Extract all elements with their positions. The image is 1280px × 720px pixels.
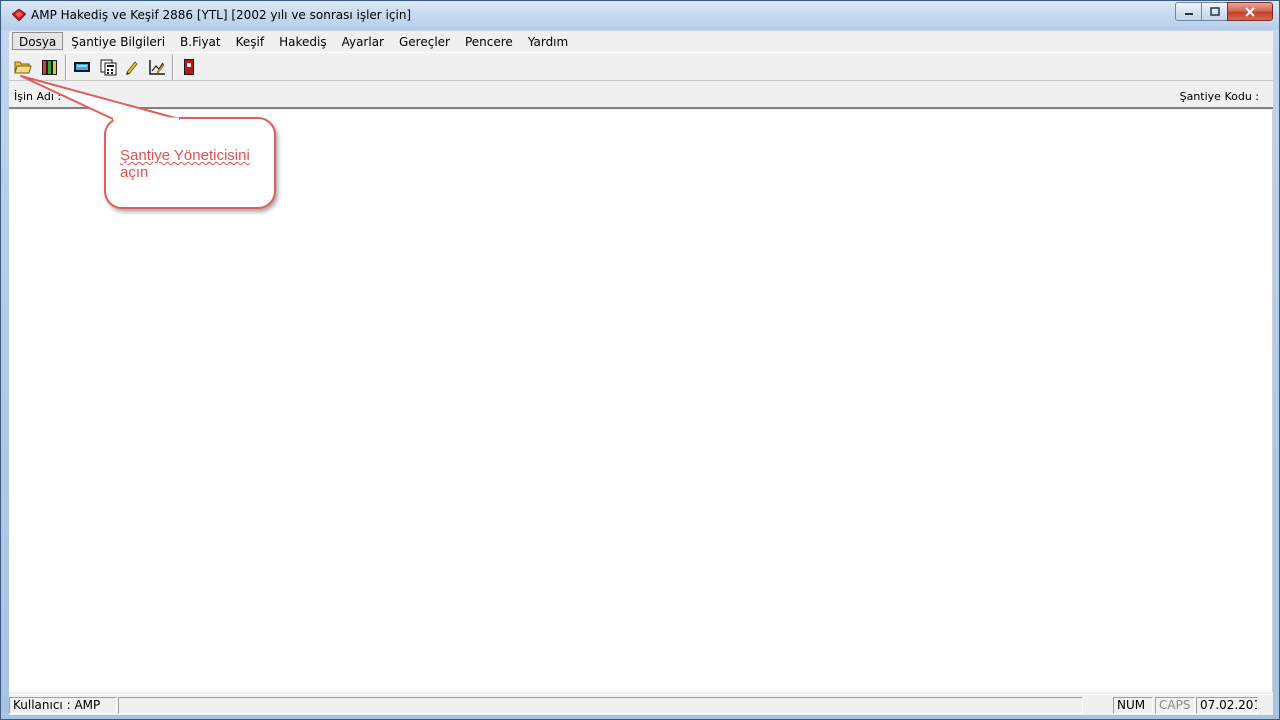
close-button[interactable] (1227, 2, 1273, 21)
menu-kesif[interactable]: Keşif (229, 32, 271, 50)
edit-button[interactable] (120, 56, 143, 78)
menu-gerecler[interactable]: Gereçler (392, 32, 457, 50)
title-bar[interactable]: AMP Hakediş ve Keşif 2886 [YTL] [2002 yı… (1, 1, 1279, 30)
minimize-icon (1184, 12, 1193, 15)
minimize-button[interactable] (1175, 2, 1202, 21)
menu-santiye-bilgileri[interactable]: Şantiye Bilgileri (64, 32, 172, 50)
client-area: Dosya Şantiye Bilgileri B.Fiyat Keşif Ha… (9, 31, 1273, 715)
maximize-icon (1209, 7, 1220, 16)
maximize-button[interactable] (1201, 2, 1228, 21)
job-name-label: İşin Adı : (14, 90, 62, 103)
monitor-button[interactable] (70, 56, 93, 78)
menu-hakedis[interactable]: Hakediş (272, 32, 333, 50)
copy-calc-button[interactable] (97, 56, 120, 78)
status-message (118, 697, 1083, 714)
chart-edit-icon (148, 59, 165, 75)
chart-edit-button[interactable] (145, 56, 168, 78)
window-controls (1175, 2, 1273, 22)
callout-line-2: açın (120, 164, 149, 181)
open-site-manager-button[interactable] (11, 56, 34, 78)
mdi-workspace[interactable]: Şantiye Yöneticisini açın (9, 110, 1273, 692)
callout-text: Şantiye Yöneticisini açın (120, 147, 270, 181)
job-info-bar: İşin Adı : Şantiye Kodu : (9, 82, 1273, 109)
books-icon (41, 59, 57, 75)
menu-dosya[interactable]: Dosya (12, 32, 64, 50)
app-window: AMP Hakediş ve Keşif 2886 [YTL] [2002 yı… (0, 0, 1280, 720)
exit-button[interactable] (177, 56, 200, 78)
toolbar-separator (172, 55, 174, 80)
site-code-label: Şantiye Kodu : (1179, 90, 1259, 103)
monitor-icon (73, 62, 90, 72)
exit-door-icon (183, 59, 194, 75)
status-bar: Kullanıcı : AMP NUM CAPS 07.02.2017 (9, 694, 1273, 715)
callout-line-1: Şantiye Yöneticisini (120, 147, 250, 164)
toolbar-separator (65, 55, 67, 80)
app-icon[interactable] (12, 9, 26, 21)
close-icon (1245, 6, 1255, 17)
open-folder-icon (13, 61, 32, 74)
menu-bfiyat[interactable]: B.Fiyat (173, 32, 228, 50)
calculator-copy-icon (100, 59, 116, 75)
tutorial-callout: Şantiye Yöneticisini açın (104, 117, 276, 209)
status-user: Kullanıcı : AMP (9, 697, 117, 714)
window-title: AMP Hakediş ve Keşif 2886 [YTL] [2002 yı… (31, 8, 412, 22)
books-button[interactable] (38, 56, 61, 78)
toolbar (9, 52, 1273, 81)
status-num: NUM (1113, 697, 1153, 714)
status-caps: CAPS (1155, 697, 1195, 714)
menu-pencere[interactable]: Pencere (458, 32, 520, 50)
menu-yardim[interactable]: Yardım (521, 32, 575, 50)
status-date: 07.02.2017 (1196, 697, 1258, 714)
menu-ayarlar[interactable]: Ayarlar (335, 32, 391, 50)
pencil-icon (125, 61, 138, 75)
menu-bar: Dosya Şantiye Bilgileri B.Fiyat Keşif Ha… (9, 31, 1273, 51)
